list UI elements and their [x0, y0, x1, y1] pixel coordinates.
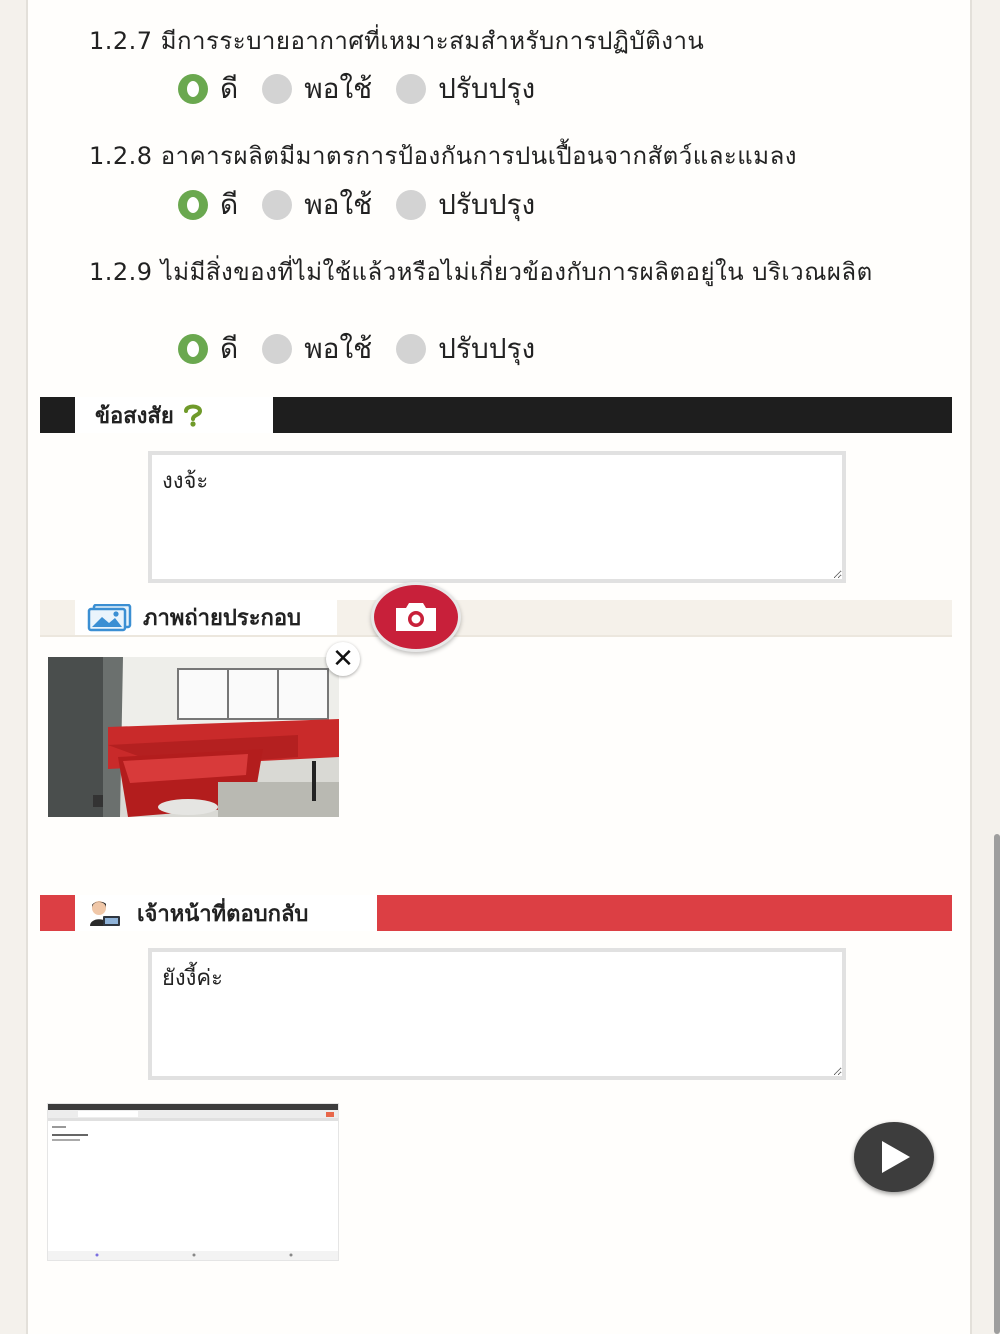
option-good[interactable]: ดี	[178, 183, 238, 227]
radio-unchecked-icon[interactable]	[396, 190, 427, 220]
question-1-2-7: 1.2.7 มีการระบายอากาศที่เหมาะสมสำหรับการ…	[89, 27, 705, 55]
option-fair[interactable]: พอใช้	[262, 327, 372, 371]
option-label: ปรับปรุง	[438, 188, 536, 221]
question-1-2-9: 1.2.9 ไม่มีสิ่งของที่ไม่ใช้แล้วหรือไม่เก…	[89, 258, 873, 286]
option-label: ดี	[220, 332, 239, 365]
doubts-title: ข้อสงสัย	[95, 403, 174, 429]
option-label: ปรับปรุง	[438, 332, 536, 365]
camera-button[interactable]	[371, 582, 461, 652]
staff-reply-textarea[interactable]: ยังงี้ค่ะ	[148, 948, 846, 1080]
radio-unchecked-icon[interactable]	[396, 334, 427, 364]
question-1-2-8: 1.2.8 อาคารผลิตมีมาตรการป้องกันการปนเปื้…	[89, 142, 798, 170]
option-improve[interactable]: ปรับปรุง	[396, 327, 535, 371]
remove-photo-button[interactable]: ✕	[326, 642, 360, 676]
option-label: พอใช้	[304, 188, 373, 221]
choices-1-2-7: ดี พอใช้ ปรับปรุง	[178, 67, 559, 111]
camera-icon	[396, 603, 436, 631]
photos-section-header: ภาพถ่ายประกอบ	[40, 600, 952, 637]
option-label: พอใช้	[304, 72, 373, 105]
radio-checked-icon[interactable]	[178, 334, 208, 364]
doubts-tab: ข้อสงสัย	[75, 397, 273, 433]
option-fair[interactable]: พอใช้	[262, 183, 372, 227]
radio-checked-icon[interactable]	[178, 74, 208, 104]
attached-photo[interactable]	[48, 657, 339, 817]
reply-attachment-thumbnail[interactable]	[47, 1103, 339, 1261]
staff-reply-tab: เจ้าหน้าที่ตอบกลับ	[75, 895, 377, 931]
option-good[interactable]: ดี	[178, 327, 238, 371]
photos-tab: ภาพถ่ายประกอบ	[75, 600, 337, 635]
option-improve[interactable]: ปรับปรุง	[396, 67, 535, 111]
image-icon	[87, 603, 133, 632]
radio-unchecked-icon[interactable]	[396, 74, 427, 104]
doubts-textarea[interactable]: งงจ้ะ	[148, 451, 846, 583]
option-improve[interactable]: ปรับปรุง	[396, 183, 535, 227]
option-label: ดี	[220, 72, 239, 105]
question-icon	[182, 403, 204, 427]
option-label: ดี	[220, 188, 239, 221]
close-icon: ✕	[332, 644, 354, 674]
choices-1-2-9: ดี พอใช้ ปรับปรุง	[178, 327, 559, 371]
scrollbar[interactable]	[994, 834, 1000, 1334]
option-good[interactable]: ดี	[178, 67, 238, 111]
staff-reply-section-header: เจ้าหน้าที่ตอบกลับ	[40, 895, 952, 931]
radio-checked-icon[interactable]	[178, 190, 208, 220]
radio-unchecked-icon[interactable]	[262, 334, 293, 364]
radio-unchecked-icon[interactable]	[262, 190, 293, 220]
choices-1-2-8: ดี พอใช้ ปรับปรุง	[178, 183, 559, 227]
option-label: พอใช้	[304, 332, 373, 365]
option-fair[interactable]: พอใช้	[262, 67, 372, 111]
play-button[interactable]	[854, 1122, 934, 1192]
radio-unchecked-icon[interactable]	[262, 74, 293, 104]
option-label: ปรับปรุง	[438, 72, 536, 105]
photos-title: ภาพถ่ายประกอบ	[143, 606, 302, 631]
doubts-section-header: ข้อสงสัย	[40, 397, 952, 433]
play-icon	[882, 1141, 910, 1173]
staff-reply-title: เจ้าหน้าที่ตอบกลับ	[137, 901, 309, 927]
staff-avatar-icon	[89, 899, 121, 927]
